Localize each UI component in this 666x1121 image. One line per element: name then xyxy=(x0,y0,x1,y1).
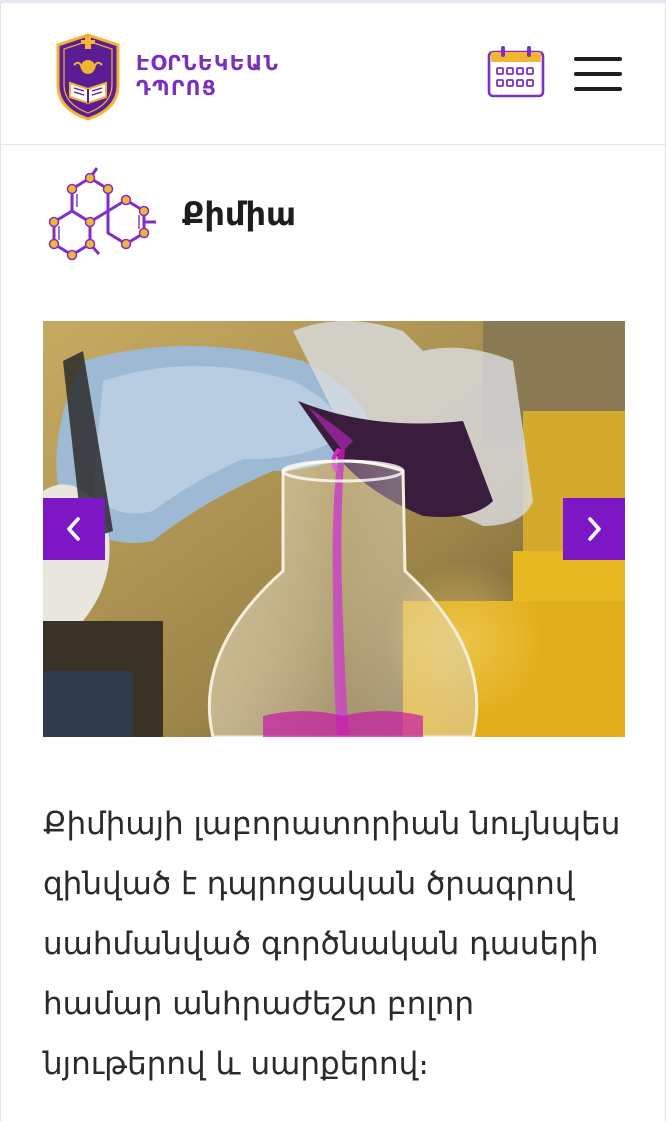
hamburger-menu-icon-bar xyxy=(574,87,622,91)
hamburger-menu-button[interactable] xyxy=(572,53,624,97)
calendar-button[interactable] xyxy=(486,43,546,99)
subject-description: Քիմիայի լաբորատորիան նույնպես զինված է դ… xyxy=(43,806,621,1082)
hamburger-menu-icon xyxy=(574,57,622,61)
slider-next-button[interactable] xyxy=(563,498,625,560)
hamburger-menu-icon-bar xyxy=(574,72,622,76)
site-header: ԷՕՐՆԵԿԵԱՆ ԴՊՐՈՑ xyxy=(0,3,666,145)
subject-heading: Քիմիա xyxy=(44,166,604,270)
page-title: Քիմիա xyxy=(182,195,297,233)
school-shield-emblem-icon xyxy=(56,33,120,121)
calendar-icon xyxy=(487,46,545,98)
slider-prev-button[interactable] xyxy=(43,498,105,560)
chevron-left-icon xyxy=(67,517,80,541)
image-slider[interactable] xyxy=(43,321,625,737)
chevron-right-icon xyxy=(588,517,601,541)
lab-pouring-photo xyxy=(43,321,625,737)
logo-wordmark: ԷՕՐՆԵԿԵԱՆ ԴՊՐՈՑ xyxy=(136,51,279,101)
molecule-icon xyxy=(48,167,156,261)
logo-line-2: ԴՊՐՈՑ xyxy=(136,76,218,100)
site-logo[interactable]: ԷՕՐՆԵԿԵԱՆ ԴՊՐՈՑ xyxy=(52,31,312,123)
logo-line-1: ԷՕՐՆԵԿԵԱՆ xyxy=(136,51,280,75)
